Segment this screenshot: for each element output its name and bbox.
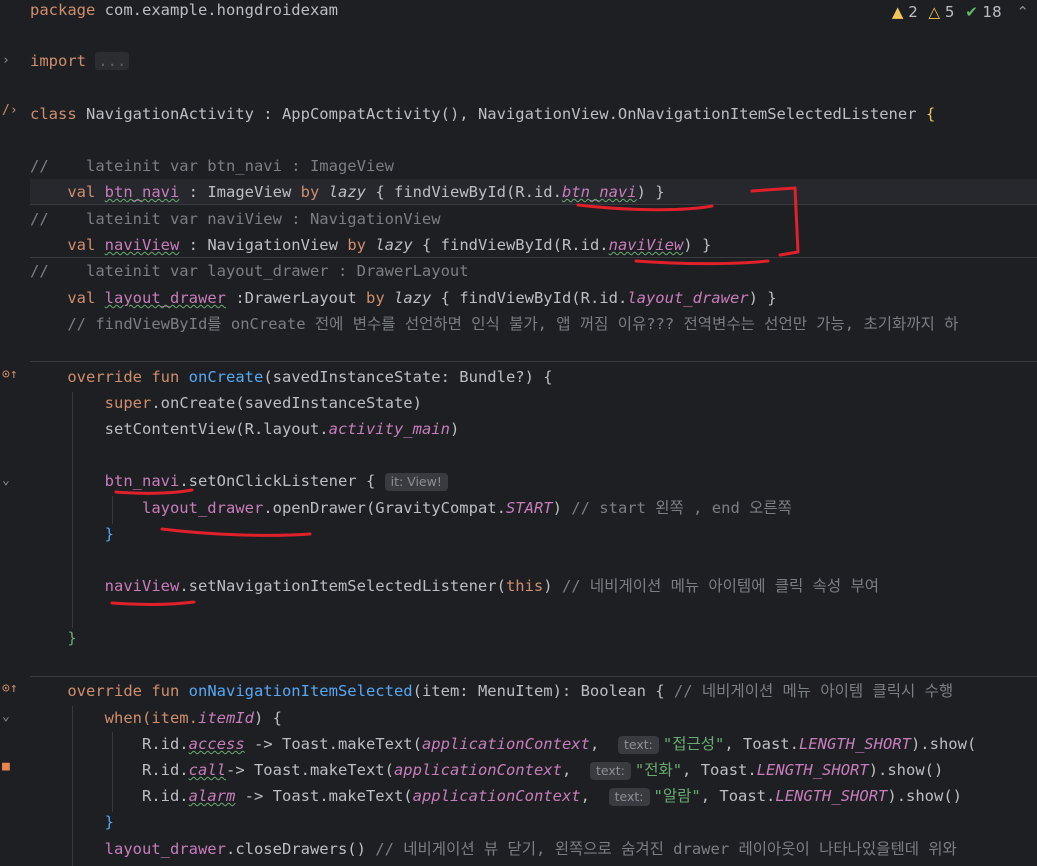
override-icon-2[interactable]: ⊙↑ xyxy=(2,682,18,695)
code-line-comment-2[interactable]: // lateinit var naviView : NavigationVie… xyxy=(30,206,1037,232)
implements-icon[interactable]: /› xyxy=(2,104,18,117)
code-line-super[interactable]: super.onCreate(savedInstanceState) xyxy=(30,390,1037,416)
code-line-alarm[interactable]: R.id.alarm -> Toast.makeText(application… xyxy=(30,783,1037,809)
code-line-1[interactable]: package com.example.hongdroidexam xyxy=(30,0,1037,23)
editor-gutter: › /› ⊙↑ ⌄ ⊙↑ ⌄ ■ xyxy=(0,0,26,865)
code-line-close-drawers[interactable]: layout_drawer.closeDrawers() // 네비게이션 뷰 … xyxy=(30,836,1037,862)
code-line-comment-1[interactable]: // lateinit var btn_navi : ImageView xyxy=(30,153,1037,179)
code-line-btn-navi[interactable]: val btn_navi : ImageView by lazy { findV… xyxy=(30,179,1037,205)
method-separator xyxy=(30,676,1037,677)
code-line-set-listener[interactable]: naviView.setNavigationItemSelectedListen… xyxy=(30,573,1037,599)
code-line-brace[interactable]: } xyxy=(30,521,1037,547)
fold-collapse-icon[interactable]: ⌄ xyxy=(2,474,10,487)
bookmark-icon[interactable]: ■ xyxy=(2,760,10,773)
code-line-when-close[interactable]: } xyxy=(30,809,1037,835)
code-line-comment-4[interactable]: // findViewById를 onCreate 전에 변수를 선언하면 인식… xyxy=(30,311,1037,337)
code-line-opendrawer[interactable]: layout_drawer.openDrawer(GravityCompat.S… xyxy=(30,495,1037,521)
underline-mark xyxy=(110,600,196,606)
code-line-comment-3[interactable]: // lateinit var layout_drawer : DrawerLa… xyxy=(30,258,1037,284)
code-line-setcontentview[interactable]: setContentView(R.layout.activity_main) xyxy=(30,416,1037,442)
code-line-oncreate[interactable]: override fun onCreate(savedInstanceState… xyxy=(30,364,1037,390)
code-line-layout-drawer[interactable]: val layout_drawer :DrawerLayout by lazy … xyxy=(30,285,1037,311)
parameter-hint: text: xyxy=(608,788,650,806)
code-line-import[interactable]: import ... xyxy=(30,48,1037,74)
code-line-class[interactable]: class NavigationActivity : AppCompatActi… xyxy=(30,101,1037,127)
code-line-access[interactable]: R.id.access -> Toast.makeText(applicatio… xyxy=(30,731,1037,757)
method-separator xyxy=(30,361,1037,362)
parameter-hint: it: View! xyxy=(384,473,448,491)
code-line-onclick[interactable]: btn_navi.setOnClickListener { it: View! xyxy=(30,468,1037,494)
line-separator xyxy=(30,204,1037,205)
parameter-hint: text: xyxy=(617,736,659,754)
folded-imports[interactable]: ... xyxy=(95,52,130,70)
code-line-close-brace[interactable]: } xyxy=(30,625,1037,651)
fold-collapse-icon-2[interactable]: ⌄ xyxy=(2,710,10,723)
code-line-navi-view[interactable]: val naviView : NavigationView by lazy { … xyxy=(30,232,1037,258)
code-line-call[interactable]: R.id.call-> Toast.makeText(applicationCo… xyxy=(30,757,1037,783)
fold-expand-icon[interactable]: › xyxy=(2,54,10,67)
override-icon[interactable]: ⊙↑ xyxy=(2,368,18,381)
parameter-hint: text: xyxy=(589,762,631,780)
code-line-on-nav-selected[interactable]: override fun onNavigationItemSelected(it… xyxy=(30,678,1037,704)
code-line-when[interactable]: when(item.itemId) { xyxy=(30,705,1037,731)
